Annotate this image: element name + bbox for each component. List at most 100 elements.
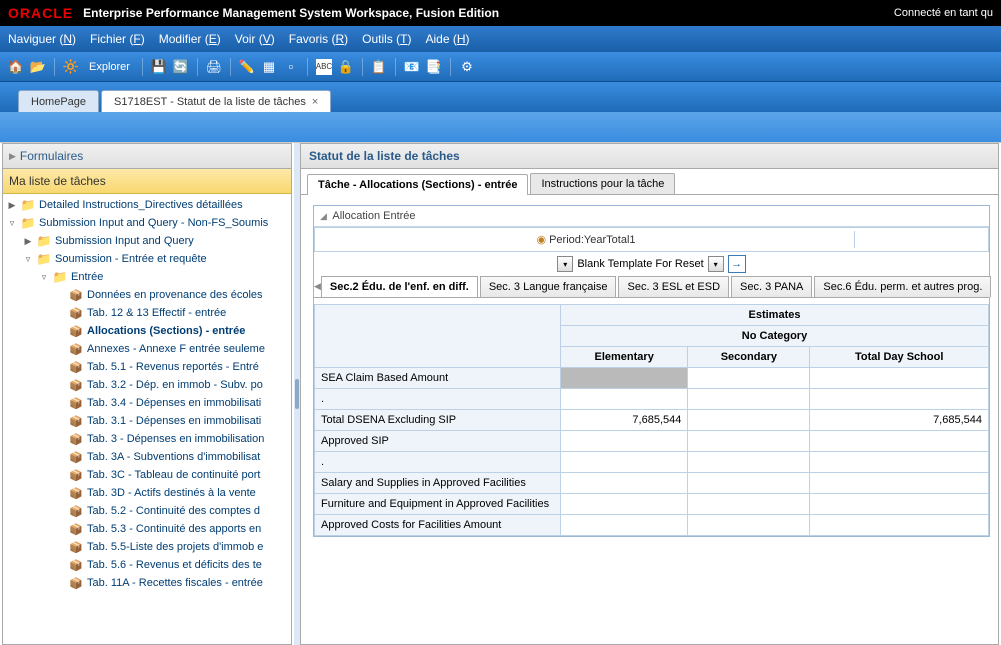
list-icon[interactable]: 📋 — [371, 59, 387, 75]
data-cell[interactable]: 7,685,544 — [561, 410, 688, 431]
task-list-header[interactable]: Ma liste de tâches — [3, 169, 291, 194]
formulaires-header[interactable]: ▶ Formulaires — [3, 144, 291, 169]
tree-form[interactable]: 📦Tab. 11A - Recettes fiscales - entrée — [3, 574, 291, 592]
save-icon[interactable]: 💾 — [151, 59, 167, 75]
data-cell[interactable] — [810, 431, 989, 452]
tree-folder[interactable]: ▿📁Soumission - Entrée et requête — [3, 250, 291, 268]
data-cell[interactable] — [688, 494, 810, 515]
tree-form[interactable]: 📦Tab. 3.4 - Dépenses en immobilisati — [3, 394, 291, 412]
tree-label: Tab. 3D - Actifs destinés à la vente — [87, 487, 256, 499]
refresh-icon[interactable]: 🔄 — [173, 59, 189, 75]
explorer-link[interactable]: Explorer — [89, 61, 130, 73]
section-tab[interactable]: Sec. 3 ESL et ESD — [618, 276, 729, 297]
menu-aide[interactable]: Aide (H) — [425, 32, 469, 46]
home-icon[interactable]: 🏠 — [8, 59, 24, 75]
data-cell[interactable] — [810, 473, 989, 494]
tree-form[interactable]: 📦Tab. 3.2 - Dép. en immob - Subv. po — [3, 376, 291, 394]
abc-icon[interactable]: ABC — [316, 59, 332, 75]
section-tab[interactable]: Sec.2 Édu. de l'enf. en diff. — [321, 276, 478, 297]
data-cell[interactable] — [561, 431, 688, 452]
data-cell[interactable] — [688, 368, 810, 389]
tree-form[interactable]: 📦Tab. 12 & 13 Effectif - entrée — [3, 304, 291, 322]
tree-folder[interactable]: ▿📁Submission Input and Query - Non-FS_So… — [3, 214, 291, 232]
data-cell[interactable] — [688, 410, 810, 431]
close-icon[interactable]: × — [312, 96, 318, 108]
form-title-bar[interactable]: ◢ Allocation Entrée — [314, 206, 989, 227]
template-left-dropdown[interactable]: ▾ — [557, 256, 573, 272]
section-tab[interactable]: Sec.6 Édu. perm. et autres prog. — [814, 276, 991, 297]
data-cell[interactable] — [688, 431, 810, 452]
data-cell[interactable] — [688, 452, 810, 473]
menu-outils[interactable]: Outils (T) — [362, 32, 411, 46]
explorer-icon[interactable]: 🔆 — [63, 59, 79, 75]
tree-form[interactable]: 📦Tab. 3A - Subventions d'immobilisat — [3, 448, 291, 466]
tree-form[interactable]: 📦Tab. 3.1 - Dépenses en immobilisati — [3, 412, 291, 430]
scroll-left-icon[interactable]: ◀ — [314, 281, 321, 292]
main-tab[interactable]: S1718EST - Statut de la liste de tâches× — [101, 90, 331, 112]
tree-form[interactable]: 📦Tab. 5.3 - Continuité des apports en — [3, 520, 291, 538]
data-cell[interactable] — [561, 389, 688, 410]
tree-toggle-icon[interactable]: ▿ — [23, 254, 33, 265]
edit-icon[interactable]: ✏️ — [239, 59, 255, 75]
print-icon[interactable]: 🖨 — [206, 59, 222, 75]
template-dropdown[interactable]: ▾ — [708, 256, 724, 272]
data-cell[interactable] — [810, 368, 989, 389]
tree-form[interactable]: 📦Tab. 3D - Actifs destinés à la vente — [3, 484, 291, 502]
period-icon: ◉ — [536, 233, 546, 246]
data-cell[interactable] — [561, 452, 688, 473]
open-icon[interactable]: 📂 — [30, 59, 46, 75]
grid-icon[interactable]: ▦ — [261, 59, 277, 75]
menu-voir[interactable]: Voir (V) — [235, 32, 275, 46]
data-cell[interactable] — [810, 389, 989, 410]
task-tab[interactable]: Instructions pour la tâche — [530, 173, 675, 194]
form-icon: 📦 — [68, 468, 84, 482]
copy-icon[interactable]: 📑 — [426, 59, 442, 75]
tree-form[interactable]: 📦Tab. 5.1 - Revenus reportés - Entré — [3, 358, 291, 376]
tree-toggle-icon[interactable]: ▿ — [7, 218, 17, 229]
period-cell[interactable]: ◉ Period:YearTotal1 — [318, 231, 855, 248]
data-cell[interactable] — [688, 473, 810, 494]
menu-favoris[interactable]: Favoris (R) — [289, 32, 348, 46]
tree-form[interactable]: 📦Tab. 5.6 - Revenus et déficits des te — [3, 556, 291, 574]
menu-fichier[interactable]: Fichier (F) — [90, 32, 145, 46]
tree-form[interactable]: 📦Données en provenance des écoles — [3, 286, 291, 304]
main-tab[interactable]: HomePage — [18, 90, 99, 112]
mail-icon[interactable]: 📧 — [404, 59, 420, 75]
tree-form[interactable]: 📦Annexes - Annexe F entrée seuleme — [3, 340, 291, 358]
tree-folder[interactable]: ▶📁Submission Input and Query — [3, 232, 291, 250]
data-cell[interactable] — [810, 494, 989, 515]
tree-form[interactable]: 📦Tab. 5.2 - Continuité des comptes d — [3, 502, 291, 520]
form-icon: 📦 — [68, 396, 84, 410]
lock-icon[interactable]: 🔒 — [338, 59, 354, 75]
data-cell[interactable] — [688, 389, 810, 410]
data-cell[interactable] — [561, 515, 688, 536]
tree-form[interactable]: 📦Tab. 3 - Dépenses en immobilisation — [3, 430, 291, 448]
menu-naviguer[interactable]: Naviguer (N) — [8, 32, 76, 46]
left-panel: ▶ Formulaires Ma liste de tâches ▶📁Detai… — [2, 143, 292, 645]
go-button[interactable]: → — [728, 255, 746, 273]
tree-form[interactable]: 📦Tab. 3C - Tableau de continuité port — [3, 466, 291, 484]
data-cell[interactable] — [561, 494, 688, 515]
tree-folder[interactable]: ▿📁Entrée — [3, 268, 291, 286]
data-cell[interactable] — [688, 515, 810, 536]
app-header: ORACLE Enterprise Performance Management… — [0, 0, 1001, 26]
tree-toggle-icon[interactable]: ▿ — [39, 272, 49, 283]
settings-icon[interactable]: ⚙ — [459, 59, 475, 75]
data-cell[interactable]: 7,685,544 — [810, 410, 989, 431]
data-cell[interactable] — [810, 515, 989, 536]
splitter-handle[interactable] — [295, 379, 299, 409]
tree-folder[interactable]: ▶📁Detailed Instructions_Directives détai… — [3, 196, 291, 214]
tree-form[interactable]: 📦Tab. 5.5-Liste des projets d'immob e — [3, 538, 291, 556]
task-tab[interactable]: Tâche - Allocations (Sections) - entrée — [307, 174, 528, 195]
section-tab[interactable]: Sec. 3 Langue française — [480, 276, 617, 297]
data-cell[interactable] — [561, 473, 688, 494]
cell-icon[interactable]: ▫ — [283, 59, 299, 75]
tree-form[interactable]: 📦Allocations (Sections) - entrée — [3, 322, 291, 340]
data-cell[interactable] — [561, 368, 688, 389]
col-nocat: No Category — [561, 326, 989, 347]
tree-toggle-icon[interactable]: ▶ — [7, 200, 17, 211]
section-tab[interactable]: Sec. 3 PANA — [731, 276, 812, 297]
menu-modifier[interactable]: Modifier (E) — [159, 32, 221, 46]
data-cell[interactable] — [810, 452, 989, 473]
tree-toggle-icon[interactable]: ▶ — [23, 236, 33, 247]
